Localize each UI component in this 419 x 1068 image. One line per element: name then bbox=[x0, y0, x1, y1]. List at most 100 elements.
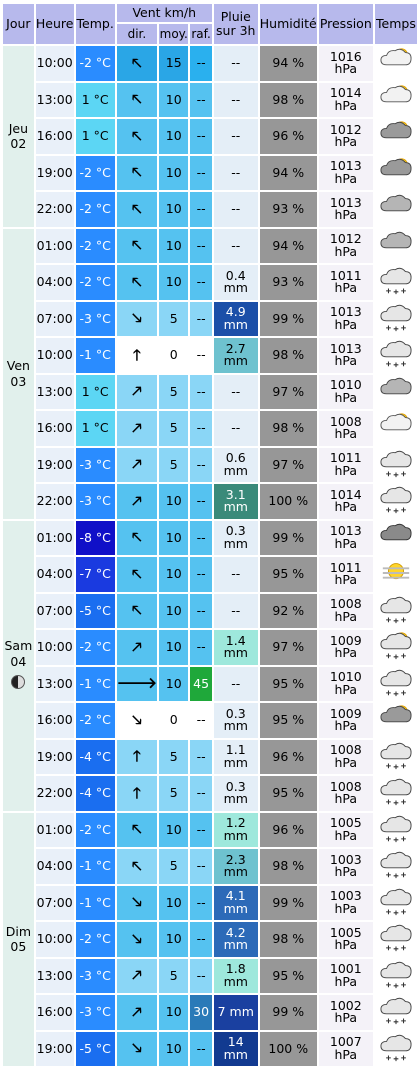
hour-cell: 01:00 bbox=[35, 812, 74, 847]
wind-avg-cell: 10 bbox=[159, 119, 189, 154]
forecast-row: 19:00 -3 °C 🡕 5 -- 0.6 mm 97 % 1011 hPa bbox=[3, 447, 417, 482]
wind-gust-cell: -- bbox=[190, 885, 212, 920]
wind-direction-cell: 🡕 bbox=[116, 447, 158, 482]
wind-arrow-nw-icon: 🡔 bbox=[131, 199, 142, 218]
rain-cell: 0.3 mm bbox=[213, 520, 258, 555]
hour-cell: 07:00 bbox=[35, 593, 74, 628]
temperature-cell: -1 °C bbox=[75, 849, 115, 884]
temperature-cell: -3 °C bbox=[75, 958, 115, 993]
humidity-cell: 95 % bbox=[259, 666, 317, 701]
wind-arrow-se-icon: 🡖 bbox=[131, 309, 142, 328]
wind-gust-cell: 45 bbox=[190, 666, 212, 701]
rain-cell: 2.3 mm bbox=[213, 849, 258, 884]
wind-gust-cell: -- bbox=[190, 849, 212, 884]
temperature-cell: -2 °C bbox=[75, 155, 115, 190]
rain-cell: 4.9 mm bbox=[213, 301, 258, 336]
wind-gust-cell: -- bbox=[190, 593, 212, 628]
wind-gust-cell: -- bbox=[190, 338, 212, 373]
forecast-row: 16:00 1 °C 🡕 5 -- -- 98 % 1008 hPa bbox=[3, 411, 417, 446]
hour-cell: 19:00 bbox=[35, 155, 74, 190]
day-date: 03 bbox=[10, 373, 27, 389]
weather-cloud-icon bbox=[374, 374, 417, 409]
wind-direction-cell: 🡖 bbox=[116, 1031, 158, 1066]
wind-gust-cell: -- bbox=[190, 374, 212, 409]
humidity-cell: 95 % bbox=[259, 557, 317, 592]
weather-sun-cloud-dark-icon bbox=[374, 703, 417, 738]
pressure-cell: 1005 hPa bbox=[318, 922, 373, 957]
weather-snow-icon bbox=[374, 812, 417, 847]
wind-arrow-se-icon: 🡖 bbox=[131, 1039, 142, 1058]
wind-direction-cell: 🡕 bbox=[116, 995, 158, 1030]
wind-direction-cell: 🡔 bbox=[116, 520, 158, 555]
wind-direction-cell: 🡔 bbox=[116, 155, 158, 190]
humidity-cell: 94 % bbox=[259, 155, 317, 190]
hour-cell: 10:00 bbox=[35, 922, 74, 957]
wind-avg-cell: 10 bbox=[159, 885, 189, 920]
weather-snow-icon bbox=[374, 995, 417, 1030]
temperature-cell: -3 °C bbox=[75, 995, 115, 1030]
weather-haze-sun-icon bbox=[374, 557, 417, 592]
humidity-cell: 99 % bbox=[259, 520, 317, 555]
pressure-cell: 1003 hPa bbox=[318, 885, 373, 920]
forecast-row: 13:00 1 °C 🡕 5 -- -- 97 % 1010 hPa bbox=[3, 374, 417, 409]
weather-snow-icon bbox=[374, 1031, 417, 1066]
wind-gust-cell: -- bbox=[190, 119, 212, 154]
wind-gust-cell: -- bbox=[190, 739, 212, 774]
pressure-cell: 1008 hPa bbox=[318, 739, 373, 774]
wind-gust-cell: -- bbox=[190, 82, 212, 117]
wind-direction-cell: 🡔 bbox=[116, 119, 158, 154]
day-cell: Sam 04 bbox=[3, 520, 34, 811]
wind-arrow-ne-icon: 🡕 bbox=[131, 1002, 142, 1021]
wind-arrow-nw-icon: 🡔 bbox=[131, 236, 142, 255]
hour-cell: 10:00 bbox=[35, 630, 74, 665]
wind-direction-cell: 🡑 bbox=[116, 739, 158, 774]
weather-sun-cloud-dark-icon bbox=[374, 155, 417, 190]
wind-avg-cell: 5 bbox=[159, 849, 189, 884]
rain-cell: 0.3 mm bbox=[213, 703, 258, 738]
weather-sun-cloud-icon bbox=[374, 46, 417, 81]
pressure-cell: 1010 hPa bbox=[318, 666, 373, 701]
weather-snow-sun-icon bbox=[374, 630, 417, 665]
forecast-row: 19:00 -4 °C 🡑 5 -- 1.1 mm 96 % 1008 hPa bbox=[3, 739, 417, 774]
humidity-cell: 98 % bbox=[259, 338, 317, 373]
forecast-row: 10:00 -1 °C 🡑 0 -- 2.7 mm 98 % 1013 hPa bbox=[3, 338, 417, 373]
wind-arrow-se-icon: 🡖 bbox=[131, 710, 142, 729]
wind-avg-cell: 5 bbox=[159, 374, 189, 409]
humidity-cell: 95 % bbox=[259, 703, 317, 738]
wind-arrow-nw-icon: 🡔 bbox=[131, 820, 142, 839]
humidity-cell: 99 % bbox=[259, 885, 317, 920]
pressure-cell: 1013 hPa bbox=[318, 192, 373, 227]
weather-snow-icon bbox=[374, 849, 417, 884]
hour-cell: 07:00 bbox=[35, 885, 74, 920]
weather-snow-icon bbox=[374, 666, 417, 701]
wind-avg-cell: 10 bbox=[159, 557, 189, 592]
wind-gust-cell: -- bbox=[190, 703, 212, 738]
wind-avg-cell: 10 bbox=[159, 630, 189, 665]
temperature-cell: -2 °C bbox=[75, 192, 115, 227]
rain-cell: -- bbox=[213, 593, 258, 628]
wind-avg-cell: 10 bbox=[159, 520, 189, 555]
pressure-cell: 1011 hPa bbox=[318, 447, 373, 482]
rain-cell: -- bbox=[213, 155, 258, 190]
wind-arrow-nw-icon: 🡔 bbox=[131, 126, 142, 145]
wind-arrow-nw-icon: 🡔 bbox=[131, 856, 142, 875]
pressure-cell: 1011 hPa bbox=[318, 557, 373, 592]
forecast-row: 16:00 -3 °C 🡕 10 30 7 mm 99 % 1002 hPa bbox=[3, 995, 417, 1030]
wind-avg-cell: 5 bbox=[159, 776, 189, 811]
pressure-cell: 1013 hPa bbox=[318, 338, 373, 373]
wind-avg-cell: 10 bbox=[159, 1031, 189, 1066]
pressure-cell: 1013 hPa bbox=[318, 301, 373, 336]
wind-direction-cell: 🡑 bbox=[116, 338, 158, 373]
wind-arrow-ne-icon: 🡕 bbox=[131, 966, 142, 985]
wind-avg-cell: 5 bbox=[159, 958, 189, 993]
wind-avg-cell: 10 bbox=[159, 593, 189, 628]
wind-gust-cell: -- bbox=[190, 958, 212, 993]
hour-cell: 01:00 bbox=[35, 520, 74, 555]
wind-direction-cell: 🡑 bbox=[116, 776, 158, 811]
wind-direction-cell: 🡔 bbox=[116, 593, 158, 628]
rain-cell: 1.2 mm bbox=[213, 812, 258, 847]
hour-cell: 16:00 bbox=[35, 411, 74, 446]
hour-cell: 04:00 bbox=[35, 265, 74, 300]
temperature-cell: 1 °C bbox=[75, 82, 115, 117]
temperature-cell: -2 °C bbox=[75, 922, 115, 957]
